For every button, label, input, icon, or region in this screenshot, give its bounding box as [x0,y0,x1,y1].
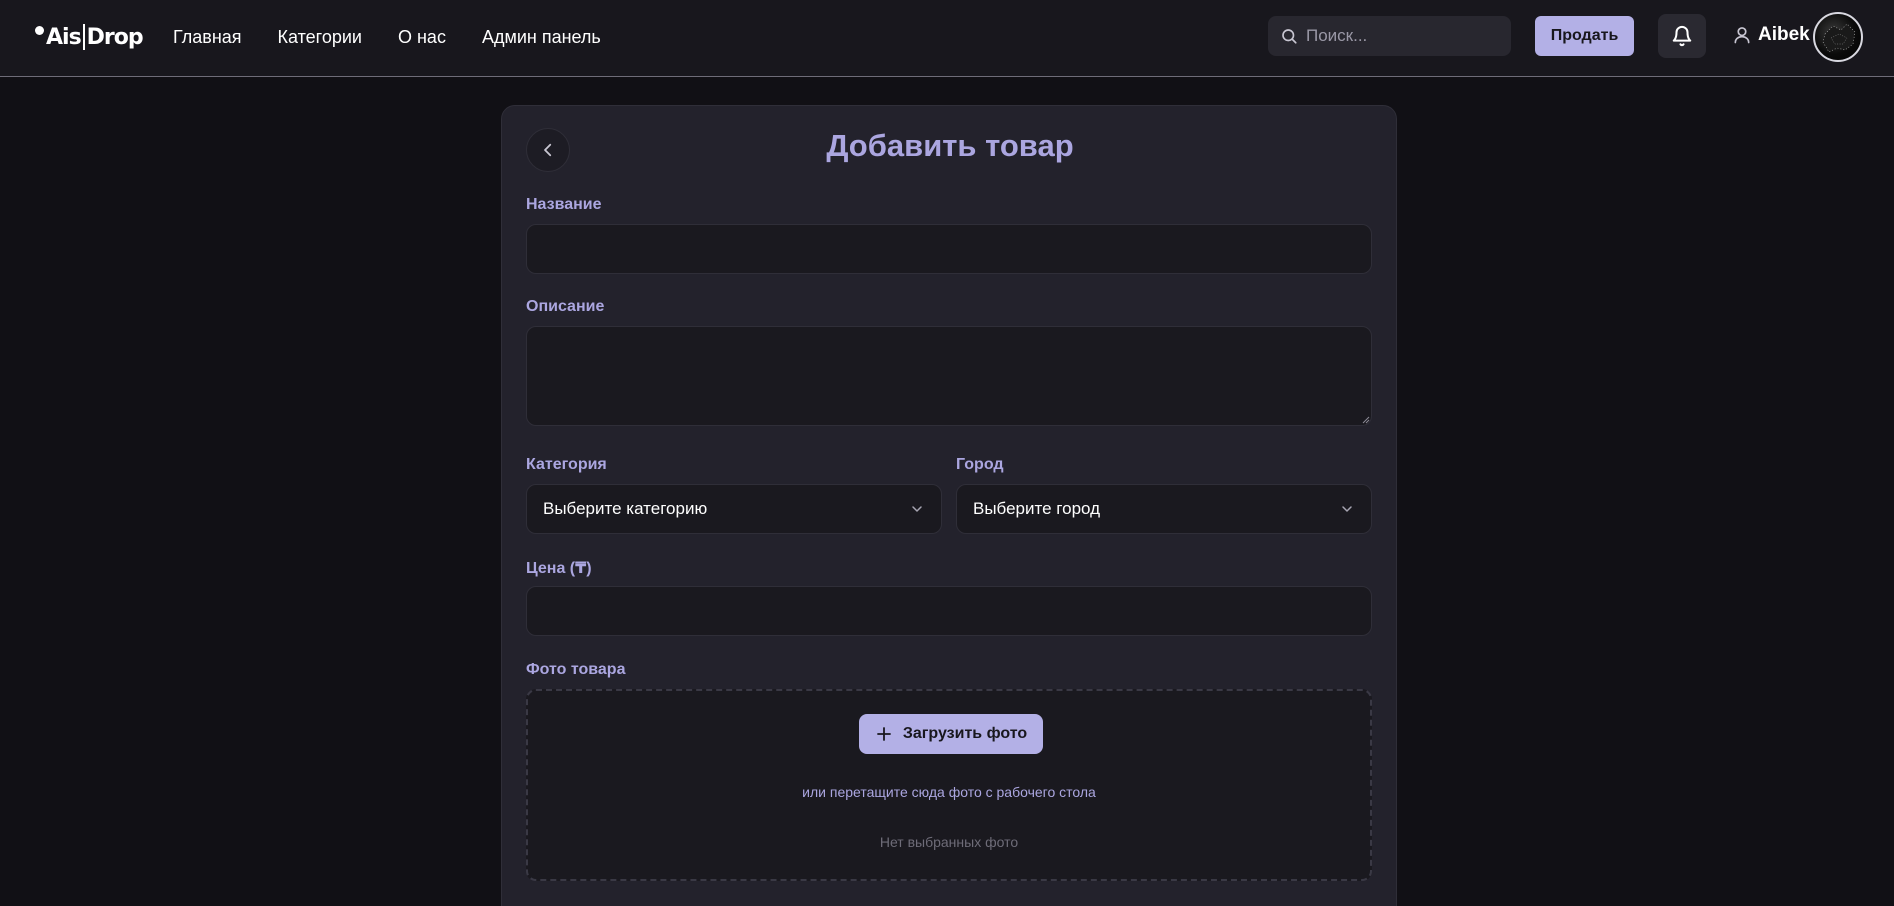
sell-button[interactable]: Продать [1535,16,1634,56]
search-box[interactable] [1268,16,1511,56]
user-menu[interactable]: Aibek [1732,24,1810,46]
chevron-down-icon [1342,506,1352,512]
nav-link-categories[interactable]: Категории [278,26,362,48]
no-photo-text: Нет выбранных фото [879,834,1019,850]
user-icon [1734,27,1750,44]
nav-link-home[interactable]: Главная [173,26,242,48]
price-label: Цена (₸) [526,560,592,577]
chevron-down-icon [912,506,922,512]
plus-icon [876,727,891,741]
resize-grip-icon[interactable] [1362,416,1370,424]
nav-link-admin[interactable]: Админ панель [482,26,601,48]
logo-divider [82,24,85,50]
logo-text-left: Ais [46,24,82,50]
description-label: Описание [526,298,605,315]
nav-link-about[interactable]: О нас [398,26,446,48]
logo[interactable]: Ais Drop [35,22,144,52]
drop-hint: или перетащите сюда фото с рабочего стол… [802,784,1096,800]
upload-photo-label: Загрузить фото [902,725,1028,742]
price-input[interactable] [526,586,1372,636]
user-name: Aibek [1758,24,1810,45]
search-input[interactable] [1306,26,1496,46]
category-label: Категория [526,456,607,473]
top-header: Ais Drop Главная Категории О нас Админ п… [0,0,1894,77]
logo-text-right: Drop [86,24,144,50]
city-select-value: Выберите город [973,499,1101,518]
avatar[interactable] [1813,12,1863,62]
name-label: Название [526,196,602,213]
name-input[interactable] [526,224,1372,274]
avatar-image [1822,23,1856,53]
category-select-value: Выберите категорию [543,499,708,518]
category-select[interactable]: Выберите категорию [526,484,942,534]
photo-label: Фото товара [526,661,626,678]
search-icon [1282,29,1297,44]
photo-dropzone[interactable]: Загрузить фото или перетащите сюда фото … [526,689,1372,881]
description-textarea[interactable] [526,326,1372,426]
logo-dot [35,25,44,35]
add-product-card: Добавить товар Название Описание Категор… [501,105,1397,906]
city-label: Город [956,456,1004,473]
main-nav: Главная Категории О нас Админ панель [173,26,601,48]
page-title: Добавить товар [826,128,1074,163]
city-select[interactable]: Выберите город [956,484,1372,534]
bell-icon [1672,25,1692,47]
notifications-button[interactable] [1658,14,1706,58]
upload-photo-button[interactable]: Загрузить фото [859,714,1043,754]
